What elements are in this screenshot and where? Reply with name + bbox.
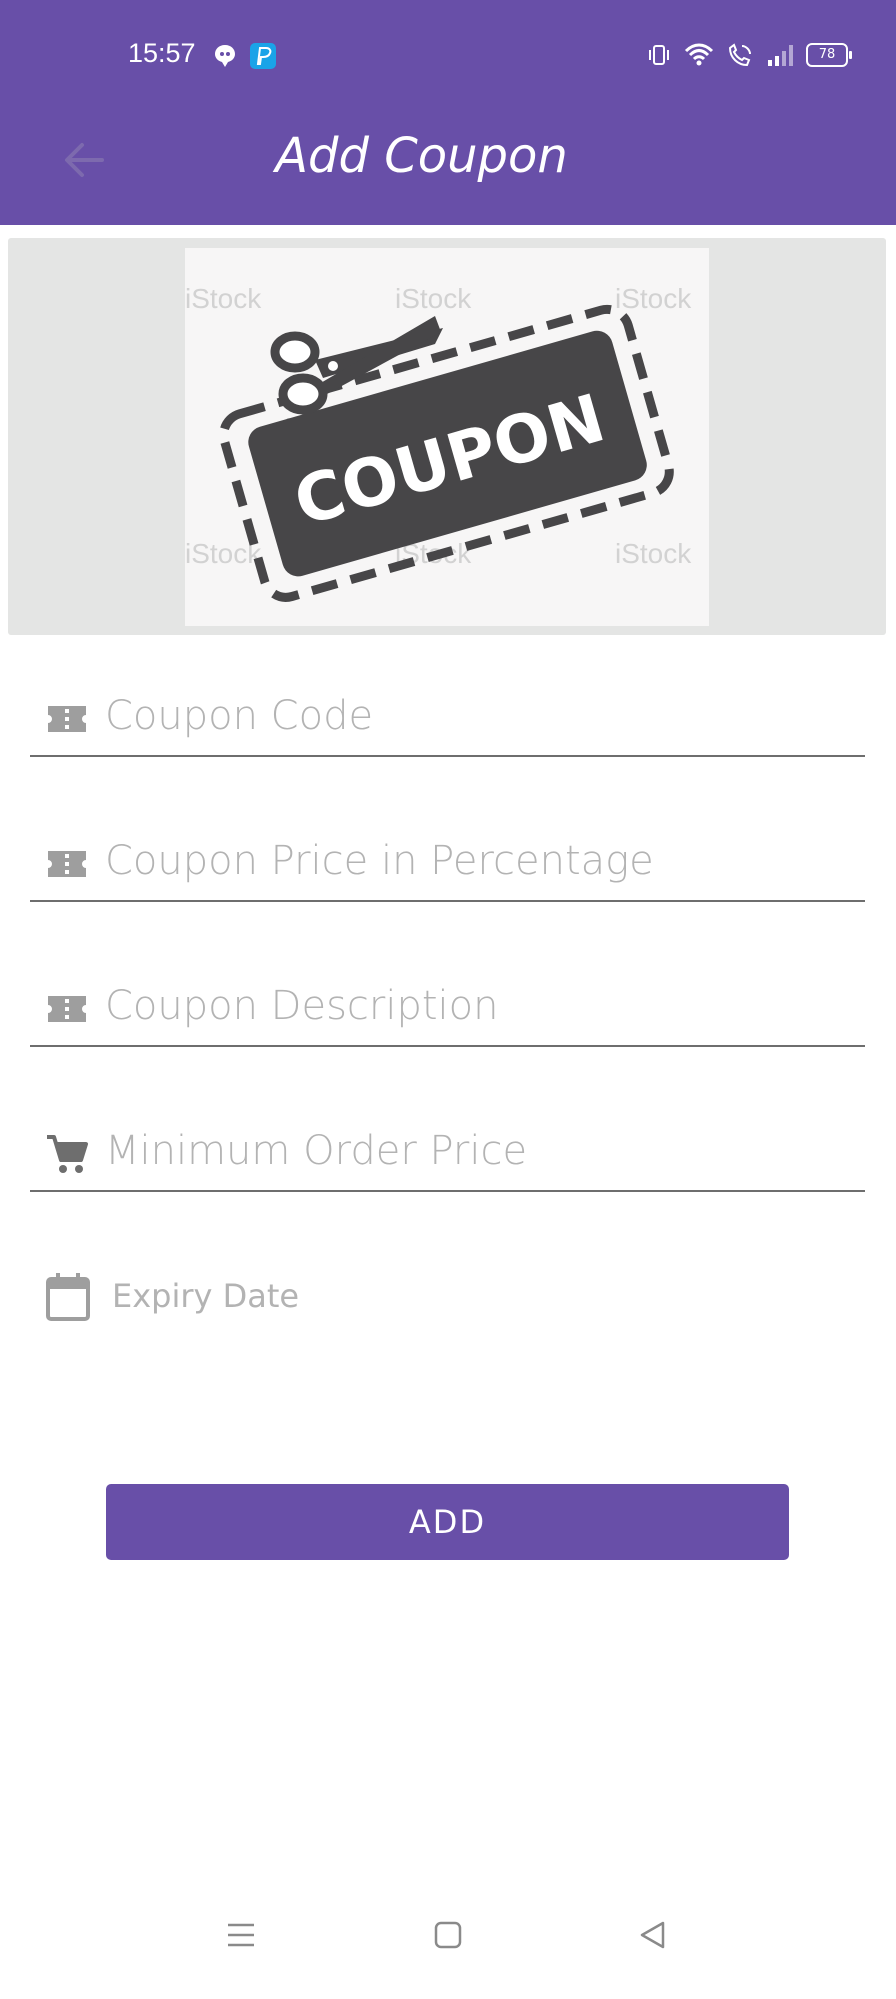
coupon-percentage-field[interactable]: Coupon Price in Percentage: [30, 830, 865, 902]
status-right-icons: 78: [646, 42, 852, 68]
status-time: 15:57: [128, 38, 196, 68]
ticket-icon: [48, 706, 86, 732]
expiry-date-picker[interactable]: Expiry Date: [46, 1272, 446, 1322]
coupon-ticket-graphic: COUPON: [219, 304, 674, 602]
notification-app-icon: [215, 45, 235, 67]
min-order-price-input[interactable]: Minimum Order Price: [105, 1128, 527, 1174]
paypal-app-icon: [250, 43, 276, 69]
status-left-icons: [211, 42, 277, 70]
vibrate-icon: [649, 45, 669, 65]
menu-icon[interactable]: [226, 1920, 256, 1950]
coupon-code-input[interactable]: Coupon Code: [105, 693, 373, 739]
app-bar: 15:57 78 Add Coupon: [0, 0, 896, 225]
wifi-icon: [684, 43, 714, 66]
min-order-price-field[interactable]: Minimum Order Price: [30, 1120, 865, 1192]
coupon-percentage-input[interactable]: Coupon Price in Percentage: [105, 838, 654, 884]
battery-indicator: 78: [806, 43, 852, 67]
coupon-description-field[interactable]: Coupon Description: [30, 975, 865, 1047]
expiry-date-label: Expiry Date: [112, 1277, 300, 1315]
system-nav-bar: [0, 1920, 896, 1980]
calendar-icon: [46, 1273, 90, 1321]
home-icon[interactable]: [433, 1920, 463, 1950]
add-button[interactable]: ADD: [106, 1484, 789, 1560]
page-title: Add Coupon: [275, 128, 568, 184]
back-nav-icon[interactable]: [638, 1920, 668, 1950]
coupon-code-field[interactable]: Coupon Code: [30, 685, 865, 757]
signal-icon: [768, 45, 793, 66]
coupon-description-input[interactable]: Coupon Description: [105, 983, 499, 1029]
ticket-icon: [48, 996, 86, 1022]
cart-icon: [47, 1135, 88, 1173]
ticket-icon: [48, 851, 86, 877]
wifi-calling-icon: [728, 43, 751, 67]
coupon-image: iStock iStock iStock iStock iStock iStoc…: [185, 248, 709, 626]
